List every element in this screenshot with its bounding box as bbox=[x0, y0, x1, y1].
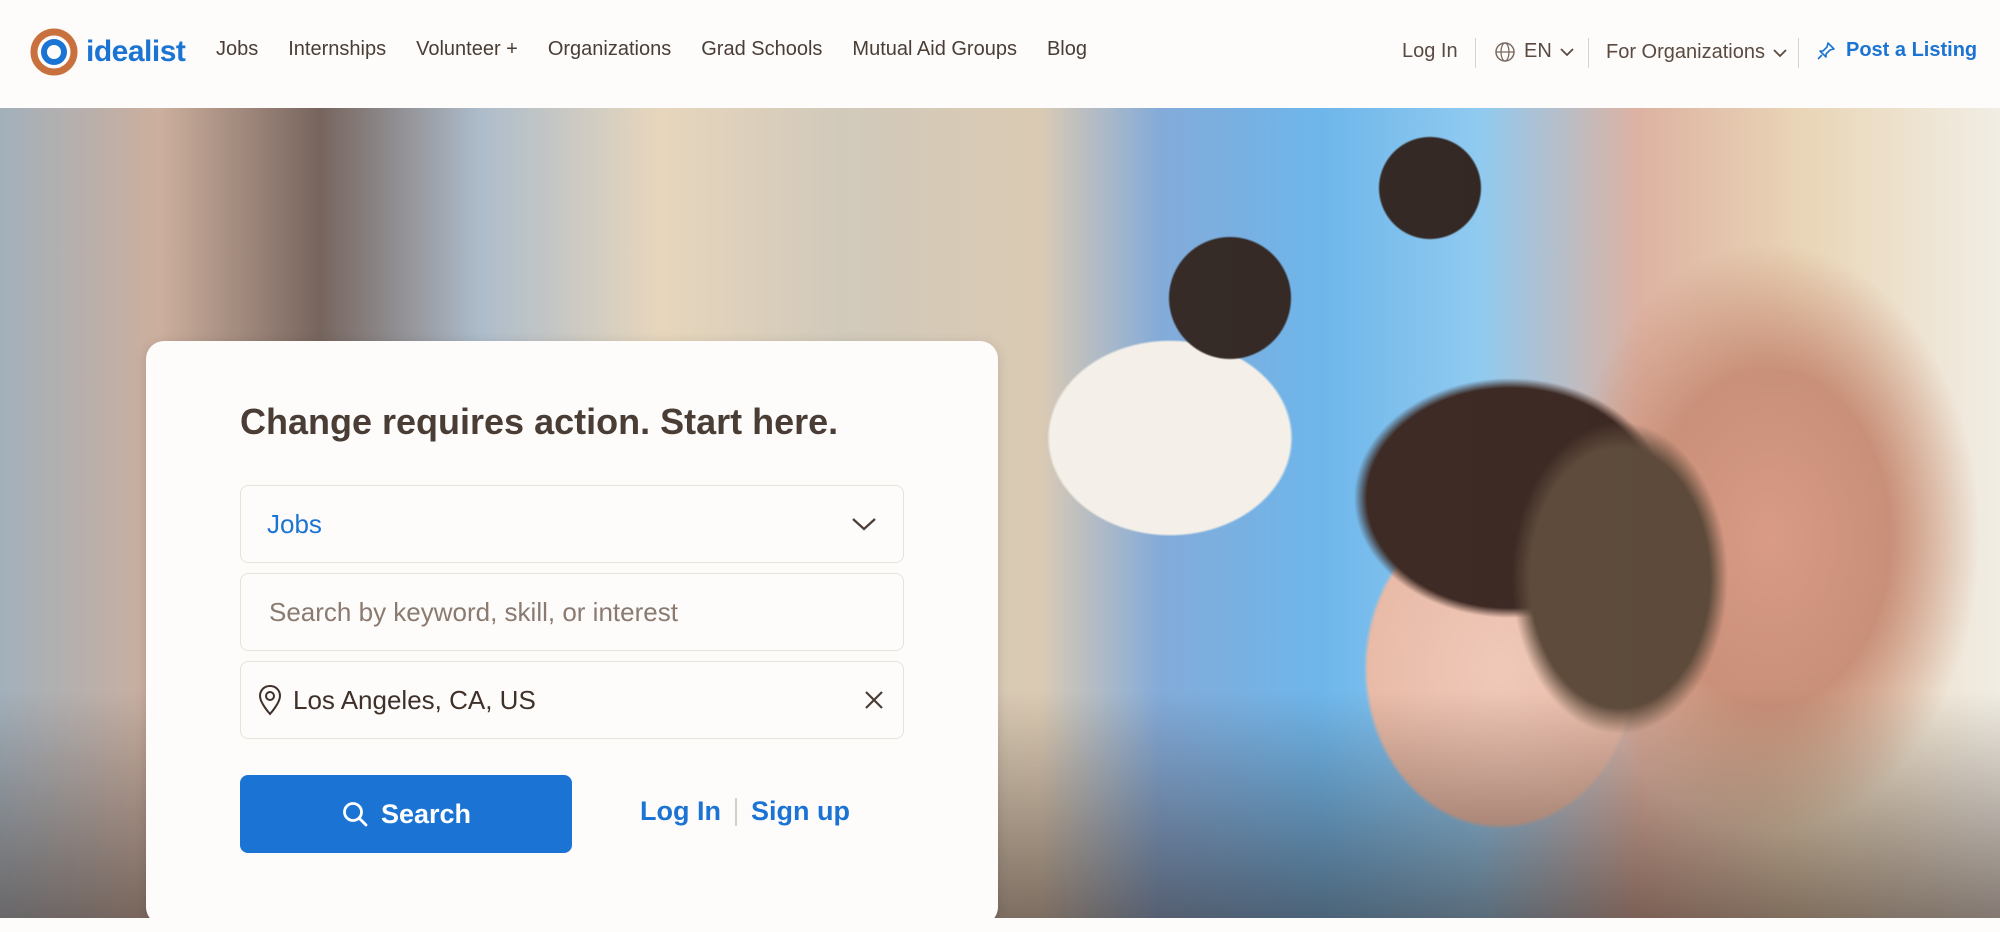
header-divider bbox=[1475, 38, 1476, 68]
search-card: Change requires action. Start here. Jobs… bbox=[146, 341, 998, 918]
listing-type-value: Jobs bbox=[267, 508, 322, 539]
auth-divider bbox=[734, 797, 737, 826]
logo-text: idealist bbox=[86, 35, 186, 68]
language-selector[interactable]: EN bbox=[1494, 40, 1574, 63]
keyword-field bbox=[240, 573, 904, 651]
location-input-wrap: Los Angeles, CA, US bbox=[257, 684, 536, 716]
chevron-down-icon bbox=[1560, 47, 1574, 56]
location-icon bbox=[258, 684, 282, 716]
location-field[interactable]: Los Angeles, CA, US bbox=[240, 661, 904, 739]
search-button[interactable]: Search bbox=[240, 775, 572, 853]
nav-blog[interactable]: Blog bbox=[1047, 38, 1087, 61]
search-card-title: Change requires action. Start here. bbox=[240, 401, 839, 442]
for-organizations-menu[interactable]: For Organizations bbox=[1606, 41, 1787, 64]
nav-mutual-aid-groups[interactable]: Mutual Aid Groups bbox=[852, 38, 1017, 61]
search-button-label: Search bbox=[380, 798, 472, 829]
language-label: EN bbox=[1524, 40, 1552, 62]
pin-icon bbox=[1817, 41, 1835, 60]
hero-image: Change requires action. Start here. Jobs… bbox=[0, 108, 2000, 918]
globe-icon bbox=[1495, 41, 1515, 62]
card-signup-link[interactable]: Sign up bbox=[751, 796, 850, 827]
header-divider bbox=[1798, 38, 1799, 68]
idealist-logo-icon bbox=[30, 28, 78, 76]
nav-volunteer[interactable]: Volunteer + bbox=[416, 38, 518, 61]
page-bottom-strip bbox=[0, 918, 2000, 932]
auth-links: Log In Sign up bbox=[640, 796, 850, 827]
search-icon bbox=[343, 802, 368, 827]
chevron-down-icon bbox=[1773, 48, 1787, 57]
nav-jobs[interactable]: Jobs bbox=[216, 38, 258, 61]
chevron-down-icon bbox=[852, 518, 876, 531]
nav-internships[interactable]: Internships bbox=[288, 38, 386, 61]
nav-grad-schools[interactable]: Grad Schools bbox=[701, 38, 822, 61]
close-icon[interactable] bbox=[863, 689, 885, 711]
header-login-link[interactable]: Log In bbox=[1402, 40, 1458, 63]
nav-organizations[interactable]: Organizations bbox=[548, 38, 671, 61]
post-listing-label: Post a Listing bbox=[1846, 39, 1978, 61]
main-nav: Jobs Internships Volunteer + Organizatio… bbox=[216, 38, 1117, 61]
listing-type-select[interactable]: Jobs bbox=[240, 485, 904, 563]
location-input[interactable]: Los Angeles, CA, US bbox=[293, 685, 536, 716]
logo[interactable]: idealist bbox=[30, 28, 186, 76]
header-divider bbox=[1588, 38, 1589, 68]
post-listing-link[interactable]: Post a Listing bbox=[1816, 39, 1977, 62]
site-header: idealist Jobs Internships Volunteer + Or… bbox=[0, 0, 2000, 108]
for-organizations-label: For Organizations bbox=[1606, 41, 1765, 63]
keyword-search-input[interactable] bbox=[269, 596, 875, 628]
card-login-link[interactable]: Log In bbox=[640, 796, 721, 827]
